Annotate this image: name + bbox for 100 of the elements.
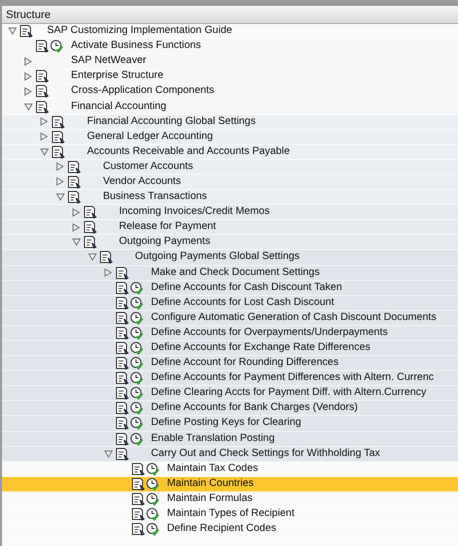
expander-icon[interactable] [56, 193, 64, 202]
document-icon [115, 416, 129, 430]
expander-icon[interactable] [40, 117, 48, 126]
node-label: Release for Payment [118, 220, 218, 234]
expander-icon[interactable] [40, 132, 48, 142]
tree-row[interactable]: Enable Translation Posting [2, 432, 458, 447]
clock-check-icon [130, 416, 143, 430]
expander-icon[interactable] [104, 450, 112, 458]
clock-check-icon [50, 39, 63, 54]
document-icon [35, 100, 49, 114]
node-label: Cross-Application Components [70, 84, 216, 98]
tree-row[interactable]: SAP NetWeaver [2, 54, 458, 70]
node-label: Define Accounts for Payment Differences with Altern. Currenc [150, 371, 435, 386]
tree-row[interactable]: Release for Payment [2, 220, 458, 236]
document-icon [115, 326, 129, 340]
document-icon [35, 84, 49, 98]
tree-row[interactable]: Define Accounts for Cash Discount Taken [2, 280, 458, 296]
node-label: Financial Accounting Global Settings [86, 114, 257, 129]
node-label: Define Account for Rounding Differences [150, 356, 340, 370]
node-label: Define Accounts for Lost Cash Discount [150, 296, 336, 310]
tree-row[interactable]: Customer Accounts [2, 160, 458, 175]
tree-row[interactable]: Define Accounts for Payment Differences with Altern. Currenc [2, 371, 458, 386]
tree-row[interactable]: Activate Business Functions [2, 39, 458, 54]
node-label: Configure Automatic Generation of Cash Discount Documents [150, 310, 438, 325]
tree-row[interactable]: Carry Out and Check Settings for Withholding Tax [2, 446, 458, 462]
tree-row[interactable]: Financial Accounting Global Settings [2, 114, 458, 130]
document-icon [131, 522, 145, 536]
expander-icon[interactable] [56, 162, 64, 172]
node-label: Enable Translation Posting [150, 432, 276, 446]
expander-icon[interactable] [24, 72, 32, 81]
document-icon [131, 492, 145, 506]
clock-check-icon [130, 310, 143, 325]
expander-icon[interactable] [72, 208, 80, 217]
node-label: Activate Business Functions [70, 39, 202, 54]
document-icon [115, 310, 129, 325]
node-label: Make and Check Document Settings [150, 266, 321, 280]
node-label: Outgoing Payments [118, 235, 212, 250]
tree-row[interactable]: Define Accounts for Exchange Rate Differences [2, 340, 458, 356]
tree-row[interactable]: Accounts Receivable and Accounts Payable [2, 144, 458, 160]
node-label: Maintain Types of Recipient [166, 507, 296, 522]
document-icon [35, 39, 49, 54]
document-icon [115, 356, 129, 370]
clock-check-icon [130, 371, 143, 386]
tree-row[interactable]: Incoming Invoices/Credit Memos [2, 205, 458, 220]
tree-row[interactable]: Define Accounts for Bank Charges (Vendors) [2, 401, 458, 416]
tree-row[interactable]: Outgoing Payments Global Settings [2, 250, 458, 266]
tree-row[interactable]: Maintain Countries [2, 476, 458, 492]
document-icon [51, 144, 65, 159]
expander-icon[interactable] [72, 238, 80, 246]
tree-row[interactable]: Define Accounts for Lost Cash Discount [2, 296, 458, 311]
clock-check-icon [130, 296, 143, 310]
document-icon [35, 69, 49, 84]
tree-row[interactable]: Financial Accounting [2, 99, 458, 115]
document-icon [67, 174, 81, 189]
expander-icon[interactable] [72, 222, 80, 232]
document-icon [83, 220, 97, 234]
expander-icon[interactable] [88, 253, 96, 262]
tree-row[interactable]: Vendor Accounts [2, 174, 458, 190]
document-icon [115, 266, 129, 280]
expander-icon[interactable] [56, 177, 64, 186]
node-label: Define Recipient Codes [166, 522, 278, 536]
tree-row[interactable]: Define Accounts for Overpayments/Underpayments [2, 326, 458, 341]
node-label: Business Transactions [102, 190, 208, 204]
clock-check-icon [130, 280, 143, 295]
document-icon [115, 386, 129, 400]
expander-icon[interactable] [40, 148, 48, 156]
node-label: Financial Accounting [70, 100, 168, 114]
tree-row[interactable]: Outgoing Payments [2, 235, 458, 250]
tree-row[interactable]: Define Account for Rounding Differences [2, 356, 458, 372]
expander-icon[interactable] [8, 27, 16, 36]
node-label: Customer Accounts [102, 160, 194, 174]
expander-icon[interactable] [24, 56, 32, 66]
node-label: Maintain Countries [166, 476, 255, 491]
tree-row[interactable]: Business Transactions [2, 190, 458, 206]
clock-check-icon [130, 356, 143, 370]
node-label: Enterprise Structure [70, 69, 164, 84]
tree-row[interactable]: Define Clearing Accts for Payment Diff. with Altern.Currency [2, 386, 458, 402]
document-icon [131, 476, 145, 491]
expander-icon[interactable] [24, 102, 32, 111]
tree-row[interactable]: Configure Automatic Generation of Cash Discount Documents [2, 310, 458, 326]
tree-row[interactable]: Cross-Application Components [2, 84, 458, 100]
clock-check-icon [146, 476, 159, 491]
document-icon [131, 507, 145, 522]
node-label: Outgoing Payments Global Settings [134, 250, 301, 264]
document-icon [83, 205, 97, 220]
node-label: Define Accounts for Bank Charges (Vendors) [150, 401, 359, 416]
tree-row[interactable]: General Ledger Accounting [2, 130, 458, 145]
tree-row[interactable]: Maintain Tax Codes [2, 462, 458, 477]
tree-row[interactable]: Define Posting Keys for Clearing [2, 416, 458, 432]
expander-icon[interactable] [24, 86, 32, 96]
document-icon [115, 296, 129, 310]
tree-row[interactable]: Make and Check Document Settings [2, 266, 458, 281]
expander-icon[interactable] [104, 268, 112, 278]
tree-row[interactable]: Enterprise Structure [2, 69, 458, 84]
node-label: Carry Out and Check Settings for Withholding Tax [150, 446, 382, 461]
clock-check-icon [130, 432, 143, 446]
document-icon [115, 401, 129, 416]
node-label: Define Posting Keys for Clearing [150, 416, 302, 430]
column-header: Structure [2, 7, 458, 24]
document-icon [131, 462, 145, 476]
